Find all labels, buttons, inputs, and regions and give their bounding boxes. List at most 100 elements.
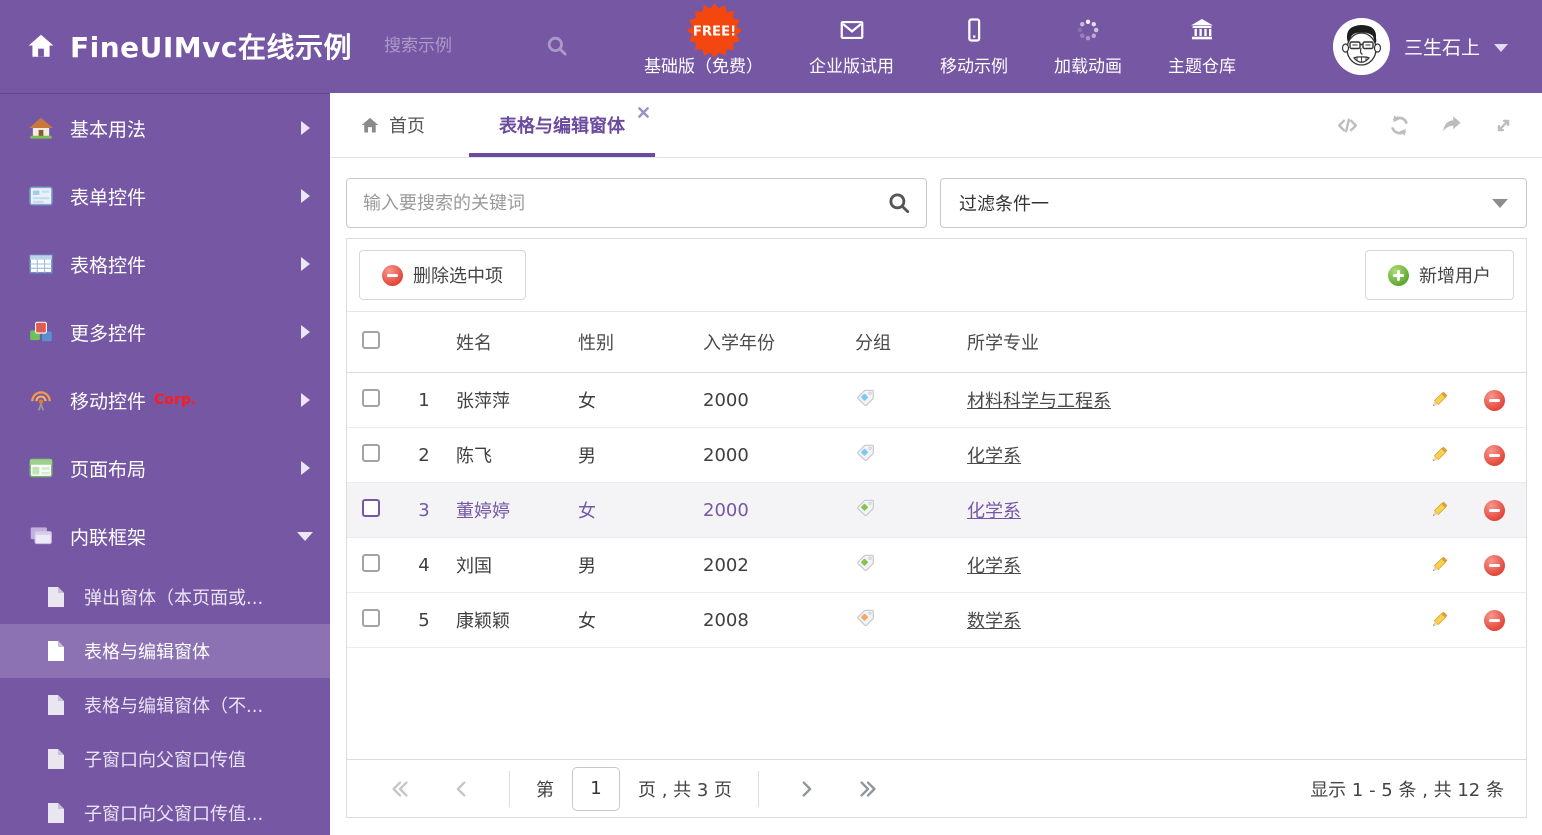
tag-icon[interactable] bbox=[855, 607, 876, 633]
sidebar-subitem-grid-edit-window-no[interactable]: 表格与编辑窗体（不... bbox=[0, 678, 330, 732]
select-all-checkbox[interactable] bbox=[362, 330, 380, 349]
table-icon bbox=[28, 251, 54, 277]
envelope-icon bbox=[838, 16, 866, 44]
major-link[interactable]: 材料科学与工程系 bbox=[967, 391, 1111, 412]
edit-icon[interactable] bbox=[1428, 499, 1450, 521]
filter-row: 过滤条件一 bbox=[330, 158, 1542, 228]
table-row[interactable]: 3 董婷婷 女 2000 化学系 bbox=[347, 483, 1526, 538]
nav-item-loading-animation[interactable]: 加载动画 bbox=[1054, 16, 1122, 77]
sidebar: 基本用法 表单控件 表格控件 更多控件 移动控件 Corp. 页面布局 内联框架… bbox=[0, 93, 330, 835]
major-link[interactable]: 化学系 bbox=[967, 446, 1021, 467]
close-icon[interactable] bbox=[638, 103, 649, 122]
table-row[interactable]: 2 陈飞 男 2000 化学系 bbox=[347, 428, 1526, 483]
share-icon[interactable] bbox=[1439, 113, 1464, 138]
filter-select[interactable]: 过滤条件一 bbox=[940, 178, 1527, 228]
edit-icon[interactable] bbox=[1428, 444, 1450, 466]
nav-item-theme-repo[interactable]: 主题仓库 bbox=[1168, 16, 1236, 77]
prev-page-icon[interactable] bbox=[431, 778, 493, 800]
next-page-icon[interactable] bbox=[775, 778, 837, 800]
tag-icon[interactable] bbox=[855, 387, 876, 413]
delete-row-icon[interactable] bbox=[1483, 554, 1505, 576]
edit-icon[interactable] bbox=[1428, 554, 1450, 576]
table-row[interactable]: 1 张萍萍 女 2000 材料科学与工程系 bbox=[347, 373, 1526, 428]
plus-icon bbox=[1388, 264, 1409, 286]
delete-row-icon[interactable] bbox=[1483, 389, 1505, 411]
keyword-search-input[interactable] bbox=[363, 192, 886, 214]
edit-icon[interactable] bbox=[1428, 389, 1450, 411]
sidebar-item-more-controls[interactable]: 更多控件 bbox=[0, 298, 330, 366]
sidebar-subitem-grid-edit-window[interactable]: 表格与编辑窗体 bbox=[0, 624, 330, 678]
cell-gender: 男 bbox=[578, 446, 596, 467]
row-checkbox[interactable] bbox=[362, 608, 380, 627]
tab-grid-edit-window[interactable]: 表格与编辑窗体 bbox=[469, 93, 655, 157]
top-search bbox=[384, 33, 584, 59]
cell-gender: 女 bbox=[578, 391, 596, 412]
column-header-major[interactable]: 所学专业 bbox=[958, 329, 1416, 355]
tag-icon[interactable] bbox=[855, 497, 876, 523]
sidebar-item-mobile-controls[interactable]: 移动控件 Corp. bbox=[0, 366, 330, 434]
search-icon[interactable] bbox=[886, 190, 912, 216]
tab-home[interactable]: 首页 bbox=[330, 93, 451, 157]
last-page-icon[interactable] bbox=[837, 778, 899, 800]
nav-label: 企业版试用 bbox=[809, 56, 895, 77]
first-page-icon[interactable] bbox=[369, 778, 431, 800]
form-icon bbox=[28, 183, 54, 209]
row-number: 3 bbox=[418, 499, 430, 521]
sidebar-item-form-controls[interactable]: 表单控件 bbox=[0, 162, 330, 230]
file-icon bbox=[46, 586, 66, 608]
major-link[interactable]: 化学系 bbox=[967, 556, 1021, 577]
column-header-group[interactable]: 分组 bbox=[846, 329, 958, 355]
pagination-bar: 第 页 , 共 3 页 显示 1 - 5 条 , 共 12 条 bbox=[347, 759, 1526, 817]
sidebar-item-page-layout[interactable]: 页面布局 bbox=[0, 434, 330, 502]
column-header-name[interactable]: 姓名 bbox=[447, 329, 569, 355]
grid-empty-area bbox=[347, 648, 1526, 759]
tag-icon[interactable] bbox=[855, 442, 876, 468]
column-header-gender[interactable]: 性别 bbox=[569, 329, 694, 355]
cell-year: 2002 bbox=[703, 554, 749, 576]
search-icon[interactable] bbox=[544, 33, 570, 59]
sidebar-subitem-label: 表格与编辑窗体 bbox=[84, 642, 210, 663]
sidebar-item-grid-controls[interactable]: 表格控件 bbox=[0, 230, 330, 298]
code-icon[interactable] bbox=[1335, 113, 1360, 138]
delete-row-icon[interactable] bbox=[1483, 609, 1505, 631]
sidebar-subitem-child-to-parent[interactable]: 子窗口向父窗口传值 bbox=[0, 732, 330, 786]
nav-item-mobile-demo[interactable]: 移动示例 bbox=[940, 16, 1008, 77]
table-row[interactable]: 4 刘国 男 2002 化学系 bbox=[347, 538, 1526, 593]
table-header-row: 姓名 性别 入学年份 分组 所学专业 bbox=[347, 311, 1526, 373]
page-number-input[interactable] bbox=[572, 766, 620, 811]
cell-year: 2000 bbox=[703, 444, 749, 466]
delete-row-icon[interactable] bbox=[1483, 444, 1505, 466]
sidebar-subitem-label: 子窗口向父窗口传值 bbox=[84, 750, 246, 771]
sidebar-item-basic-usage[interactable]: 基本用法 bbox=[0, 94, 330, 162]
row-checkbox[interactable] bbox=[362, 443, 380, 462]
add-user-button[interactable]: 新增用户 bbox=[1365, 250, 1514, 300]
row-checkbox[interactable] bbox=[362, 553, 380, 572]
cell-gender: 男 bbox=[578, 556, 596, 577]
row-checkbox[interactable] bbox=[362, 498, 380, 517]
brand[interactable]: FineUIMvc在线示例 bbox=[0, 26, 352, 66]
edit-icon[interactable] bbox=[1428, 609, 1450, 631]
sidebar-subitem-popup-window[interactable]: 弹出窗体（本页面或... bbox=[0, 570, 330, 624]
cell-year: 2008 bbox=[703, 609, 749, 631]
major-link[interactable]: 数学系 bbox=[967, 611, 1021, 632]
sidebar-subitem-child-to-parent-2[interactable]: 子窗口向父窗口传值... bbox=[0, 786, 330, 835]
chevron-down-icon bbox=[297, 531, 313, 541]
delete-selected-button[interactable]: 删除选中项 bbox=[359, 250, 526, 300]
major-link[interactable]: 化学系 bbox=[967, 501, 1021, 522]
expand-icon[interactable] bbox=[1491, 113, 1516, 138]
cell-gender: 女 bbox=[578, 611, 596, 632]
house-icon bbox=[28, 115, 54, 141]
sidebar-item-label: 页面布局 bbox=[70, 458, 147, 481]
column-header-year[interactable]: 入学年份 bbox=[694, 329, 846, 355]
nav-item-enterprise-trial[interactable]: 企业版试用 bbox=[809, 16, 894, 77]
user-menu[interactable]: 三生石上 bbox=[1332, 17, 1542, 75]
delete-row-icon[interactable] bbox=[1483, 499, 1505, 521]
nav-label: 移动示例 bbox=[940, 56, 1009, 77]
tag-icon[interactable] bbox=[855, 552, 876, 578]
sidebar-item-iframe[interactable]: 内联框架 bbox=[0, 502, 330, 570]
table-row[interactable]: 5 康颖颖 女 2008 数学系 bbox=[347, 593, 1526, 648]
refresh-icon[interactable] bbox=[1387, 113, 1412, 138]
row-checkbox[interactable] bbox=[362, 388, 380, 407]
top-search-input[interactable] bbox=[384, 36, 545, 56]
page-prefix: 第 bbox=[536, 779, 554, 801]
